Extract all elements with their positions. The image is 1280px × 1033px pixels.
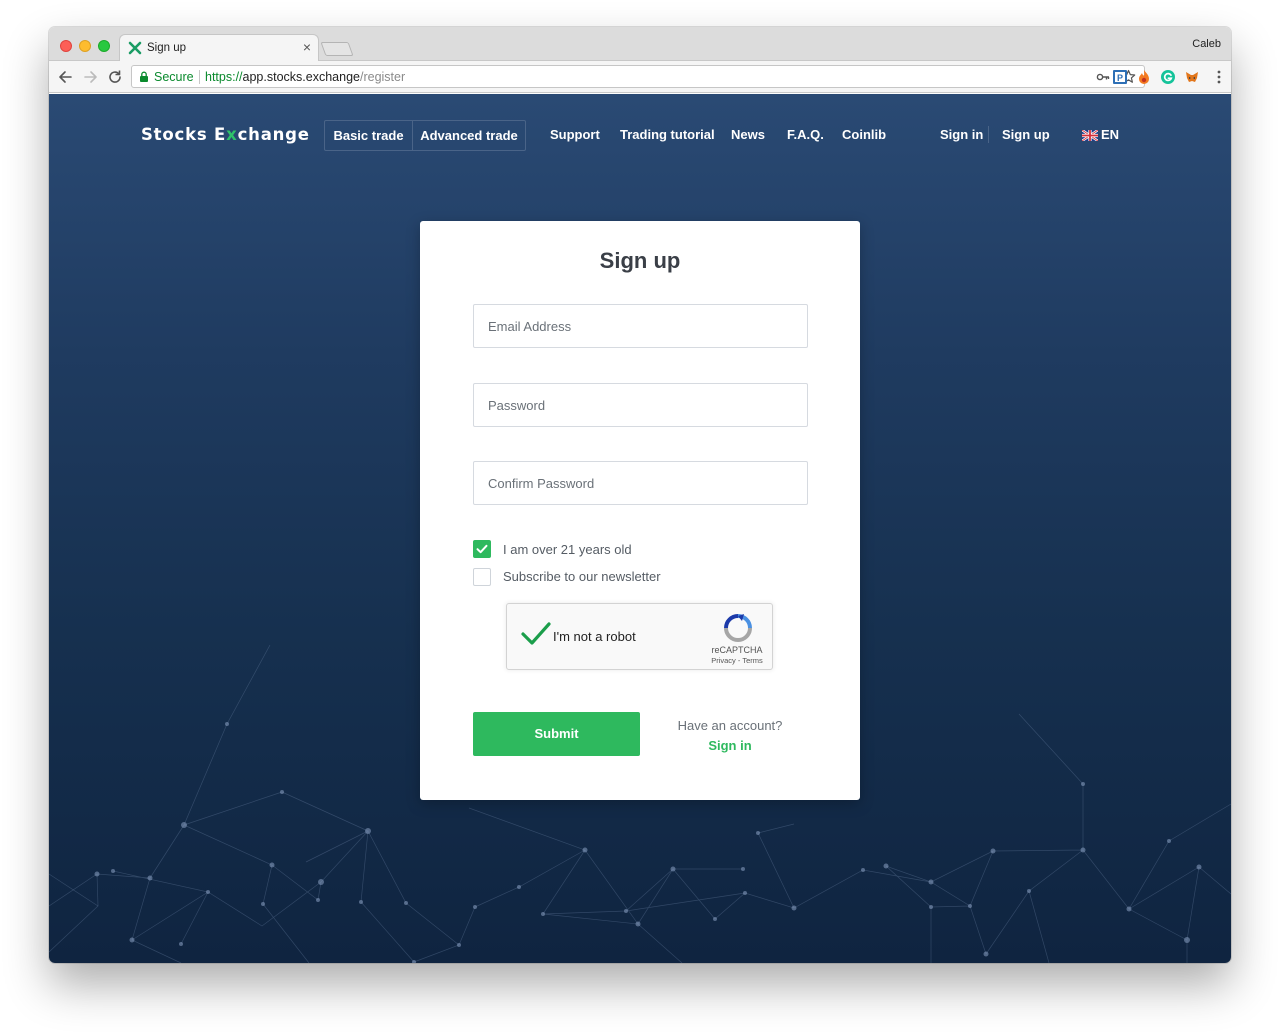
tab-close-icon[interactable]: × (303, 39, 311, 55)
submit-button[interactable]: Submit (473, 712, 640, 756)
browser-toolbar: Secure https://app.stocks.exchange/regis… (49, 61, 1231, 93)
nav-trading-tutorial[interactable]: Trading tutorial (620, 127, 715, 142)
nav-divider (988, 126, 989, 143)
nav-language[interactable]: EN (1101, 127, 1119, 142)
nav-coinlib[interactable]: Coinlib (842, 127, 886, 142)
have-account-text: Have an account? (677, 718, 783, 733)
new-tab-button[interactable] (320, 42, 354, 56)
nav-sign-in[interactable]: Sign in (940, 127, 983, 142)
address-separator (199, 70, 200, 84)
svg-text:P: P (1117, 73, 1123, 83)
recaptcha-links[interactable]: Privacy - Terms (697, 656, 777, 665)
url-scheme: https:// (205, 70, 243, 84)
nav-advanced-trade[interactable]: Advanced trade (413, 121, 525, 150)
fire-extension-icon[interactable] (1136, 69, 1152, 85)
recaptcha-label[interactable]: I'm not a robot (553, 629, 636, 644)
reload-icon[interactable] (104, 66, 126, 88)
browser-window: Sign up × Caleb Secure https://app.stock… (49, 27, 1231, 963)
site-logo[interactable]: Stocks Exchange (141, 125, 310, 144)
logo-text-end: change (237, 125, 310, 144)
arrow-right-icon[interactable] (79, 66, 101, 88)
sign-in-link[interactable]: Sign in (666, 738, 794, 753)
secure-label: Secure (154, 70, 194, 84)
newsletter-checkbox-label[interactable]: Subscribe to our newsletter (503, 569, 661, 584)
email-field[interactable] (473, 304, 808, 348)
page-title: Sign up (599, 248, 681, 273)
more-menu-icon[interactable] (1216, 69, 1222, 85)
age-checkbox[interactable] (473, 540, 491, 558)
logo-text-start: Stocks E (141, 125, 227, 144)
confirm-password-field[interactable] (473, 461, 808, 505)
password-field[interactable] (473, 383, 808, 427)
browser-tab[interactable]: Sign up × (119, 34, 319, 62)
recaptcha-check-icon[interactable] (521, 621, 551, 647)
minimize-window-button[interactable] (79, 40, 91, 52)
trade-mode-group: Basic trade Advanced trade (324, 120, 526, 151)
newsletter-checkbox[interactable] (473, 568, 491, 586)
nav-support[interactable]: Support (550, 127, 600, 142)
recaptcha-brand: reCAPTCHA (711, 645, 763, 655)
age-checkbox-label[interactable]: I am over 21 years old (503, 542, 632, 557)
browser-tab-strip: Sign up × Caleb (49, 27, 1231, 62)
recaptcha-widget: I'm not a robot reCAPTCHA Privacy - Term… (506, 603, 773, 670)
address-bar[interactable]: Secure https://app.stocks.exchange/regis… (131, 65, 1145, 88)
lock-icon (140, 71, 148, 82)
page-viewport: Stocks Exchange Basic trade Advanced tra… (49, 94, 1231, 963)
url-path: /register (359, 70, 406, 84)
checkmark-icon (476, 544, 488, 554)
recaptcha-logo-icon (724, 614, 752, 642)
arrow-left-icon[interactable] (55, 66, 77, 88)
parking-extension-icon[interactable]: P (1112, 69, 1128, 85)
logo-text-x: x (226, 125, 238, 144)
uk-flag-icon[interactable] (1082, 130, 1098, 141)
stocks-exchange-favicon-icon (128, 41, 142, 55)
signup-card: Sign up I am over 21 years old Subscribe… (420, 221, 860, 800)
url-host: app.stocks.exchange (242, 70, 360, 84)
nav-basic-trade[interactable]: Basic trade (325, 121, 413, 150)
key-icon[interactable] (1096, 70, 1110, 84)
tab-title: Sign up (147, 42, 187, 54)
profile-name[interactable]: Caleb (1192, 38, 1221, 50)
grammarly-icon[interactable] (1160, 69, 1176, 85)
url-text[interactable]: https://app.stocks.exchange/register (205, 70, 405, 84)
nav-faq[interactable]: F.A.Q. (787, 127, 824, 142)
nav-news[interactable]: News (731, 127, 765, 142)
maximize-window-button[interactable] (98, 40, 110, 52)
metamask-fox-icon[interactable] (1184, 69, 1200, 85)
close-window-button[interactable] (60, 40, 72, 52)
nav-sign-up[interactable]: Sign up (1002, 127, 1050, 142)
